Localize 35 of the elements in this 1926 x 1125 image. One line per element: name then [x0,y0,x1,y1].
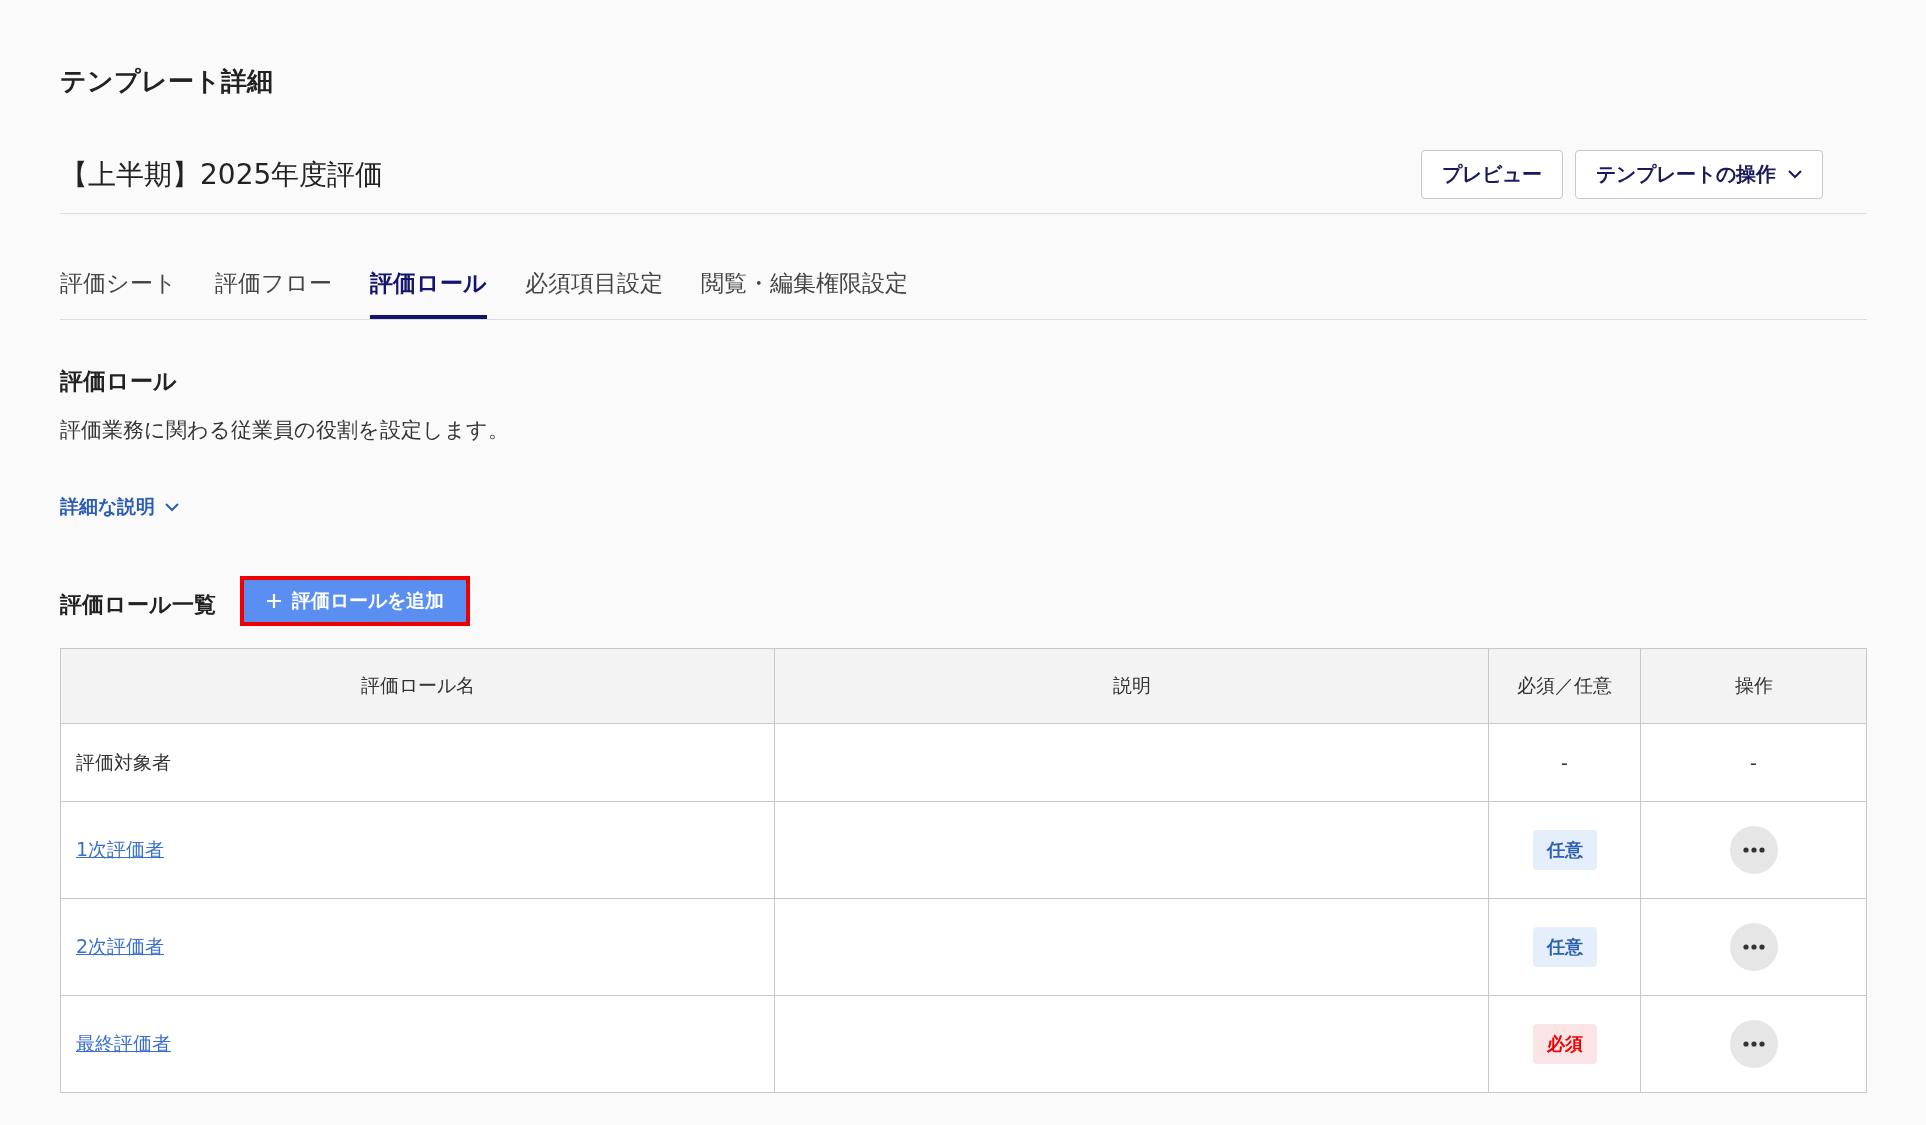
tab[interactable]: 評価ロール [370,260,487,319]
list-title: 評価ロール一覧 [60,591,216,619]
table-cell: - [1488,723,1641,802]
more-options-button[interactable] [1729,826,1778,874]
more-icon [1742,944,1765,950]
column-header: 必須／任意 [1488,648,1641,724]
page-title: テンプレート詳細 [60,65,274,98]
required-badge: 必須 [1532,1024,1597,1064]
column-header: 操作 [1640,648,1867,724]
role-name-link[interactable]: 最終評価者 [76,1032,171,1054]
optional-badge: 任意 [1532,927,1597,967]
more-icon [1742,847,1765,853]
table-cell: - [1640,723,1867,802]
tab[interactable]: 必須項目設定 [525,260,663,319]
chevron-down-icon [1788,170,1802,179]
section-description: 評価業務に関わる従業員の役割を設定します。 [60,417,510,444]
plus-icon [266,593,282,609]
more-options-button[interactable] [1729,1020,1778,1068]
chevron-down-icon [165,502,179,512]
preview-button[interactable]: プレビュー [1421,150,1563,199]
role-name-link[interactable]: 2次評価者 [76,935,165,957]
section-title: 評価ロール [60,367,178,396]
details-toggle-link[interactable]: 詳細な説明 [60,494,179,520]
tab[interactable]: 評価フロー [215,260,332,319]
dropdown-button[interactable]: テンプレートの操作 [1575,150,1823,199]
role-name-link[interactable]: 1次評価者 [76,838,165,860]
column-header: 説明 [774,648,1489,724]
template-name: 【上半期】2025年度評価 [60,156,384,193]
role-name-cell: 評価対象者 [60,723,775,802]
column-header: 評価ロール名 [60,648,775,724]
more-icon [1742,1041,1765,1047]
more-options-button[interactable] [1729,923,1778,971]
tab[interactable]: 閲覧・編集権限設定 [701,260,908,319]
tab[interactable]: 評価シート [60,260,177,319]
optional-badge: 任意 [1532,830,1597,870]
